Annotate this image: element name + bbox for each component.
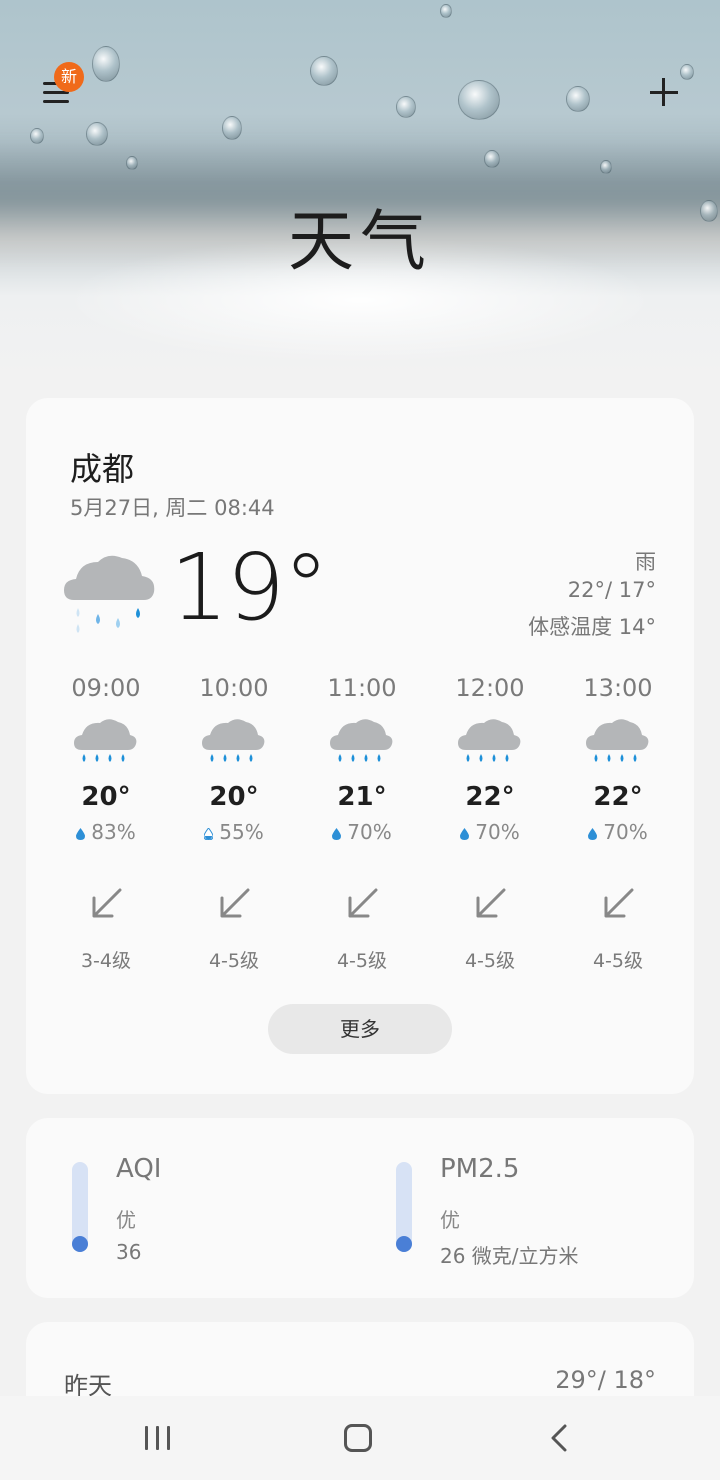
wind-direction-icon bbox=[220, 888, 250, 918]
hour-temperature: 22° bbox=[593, 782, 643, 812]
hourly-item: 09:00 20° 83% 3-4级 bbox=[42, 670, 170, 980]
hourly-item: 11:00 21° 70% 4-5级 bbox=[298, 670, 426, 980]
pm25-level-bar bbox=[396, 1162, 412, 1252]
rain-cloud-icon bbox=[74, 719, 137, 762]
pm25-label: PM2.5 bbox=[440, 1154, 520, 1184]
rain-cloud-icon bbox=[330, 719, 393, 762]
current-temperature: 19° bbox=[170, 534, 329, 641]
pm25-value: 26 微克/立方米 bbox=[440, 1244, 579, 1268]
aqi-item: AQI 优 36 bbox=[26, 1118, 346, 1298]
hour-temperature: 22° bbox=[465, 782, 515, 812]
hour-humidity: 55% bbox=[170, 820, 298, 844]
hour-humidity: 70% bbox=[426, 820, 554, 844]
back-button[interactable] bbox=[548, 1424, 572, 1452]
recent-apps-button[interactable] bbox=[145, 1426, 171, 1450]
add-location-button[interactable] bbox=[648, 76, 680, 108]
humidity-drop-icon bbox=[204, 828, 214, 840]
current-weather-card[interactable]: 成都 5月27日, 周二 08:44 19° 雨 22°/ 17° 体感温度 1… bbox=[26, 398, 694, 1094]
wind-direction-icon bbox=[92, 888, 122, 918]
hourly-item: 13:00 22° 70% 4-5级 bbox=[554, 670, 682, 980]
hour-wind-level: 4-5级 bbox=[208, 950, 260, 972]
humidity-drop-icon bbox=[76, 828, 86, 840]
hour-wind-level: 4-5级 bbox=[336, 950, 388, 972]
hour-time: 09:00 bbox=[71, 674, 141, 702]
city-name: 成都 bbox=[70, 450, 135, 488]
humidity-drop-icon bbox=[332, 828, 342, 840]
hour-wind-level: 3-4级 bbox=[80, 950, 132, 972]
new-badge: 新 bbox=[54, 62, 84, 92]
rain-cloud-icon bbox=[458, 719, 521, 762]
rain-cloud-icon bbox=[202, 719, 265, 762]
humidity-drop-icon bbox=[588, 828, 598, 840]
hour-humidity: 83% bbox=[42, 820, 170, 844]
high-low-temperature: 22°/ 17° bbox=[567, 578, 656, 602]
date-time: 5月27日, 周二 08:44 bbox=[70, 496, 275, 520]
home-button[interactable] bbox=[344, 1424, 372, 1452]
aqi-value: 36 bbox=[116, 1240, 142, 1264]
hour-humidity: 70% bbox=[554, 820, 682, 844]
hourly-item: 12:00 22° 70% 4-5级 bbox=[426, 670, 554, 980]
aqi-level: 优 bbox=[116, 1208, 136, 1232]
page-title: 天气 bbox=[288, 203, 432, 280]
hour-temperature: 21° bbox=[337, 782, 387, 812]
aqi-label: AQI bbox=[116, 1154, 162, 1184]
hour-time: 13:00 bbox=[583, 674, 653, 702]
aqi-level-bar bbox=[72, 1162, 88, 1252]
humidity-drop-icon bbox=[460, 828, 470, 840]
wind-direction-icon bbox=[604, 888, 634, 918]
more-button[interactable]: 更多 bbox=[268, 1004, 452, 1054]
hour-humidity: 70% bbox=[298, 820, 426, 844]
hour-temperature: 20° bbox=[209, 782, 259, 812]
hour-wind-level: 4-5级 bbox=[464, 950, 516, 972]
hour-time: 12:00 bbox=[455, 674, 525, 702]
pm25-level: 优 bbox=[440, 1208, 460, 1232]
pm25-item: PM2.5 优 26 微克/立方米 bbox=[350, 1118, 670, 1298]
system-navigation-bar bbox=[0, 1396, 720, 1480]
hour-time: 11:00 bbox=[327, 674, 397, 702]
rain-cloud-icon bbox=[64, 555, 155, 633]
air-quality-card[interactable]: AQI 优 36 PM2.5 优 26 微克/立方米 bbox=[26, 1118, 694, 1298]
hourly-forecast[interactable]: 09:00 20° 83% 3-4级 10:00 20° 55% 4-5级 11… bbox=[42, 670, 682, 980]
weather-condition: 雨 bbox=[635, 550, 656, 574]
feels-like-temperature: 体感温度 14° bbox=[528, 615, 656, 639]
yesterday-temperature: 29°/ 18° bbox=[555, 1366, 656, 1394]
hour-wind-level: 4-5级 bbox=[592, 950, 644, 972]
rain-cloud-icon bbox=[586, 719, 649, 762]
hour-temperature: 20° bbox=[81, 782, 131, 812]
hour-time: 10:00 bbox=[199, 674, 269, 702]
wind-direction-icon bbox=[476, 888, 506, 918]
wind-direction-icon bbox=[348, 888, 378, 918]
hourly-item: 10:00 20° 55% 4-5级 bbox=[170, 670, 298, 980]
